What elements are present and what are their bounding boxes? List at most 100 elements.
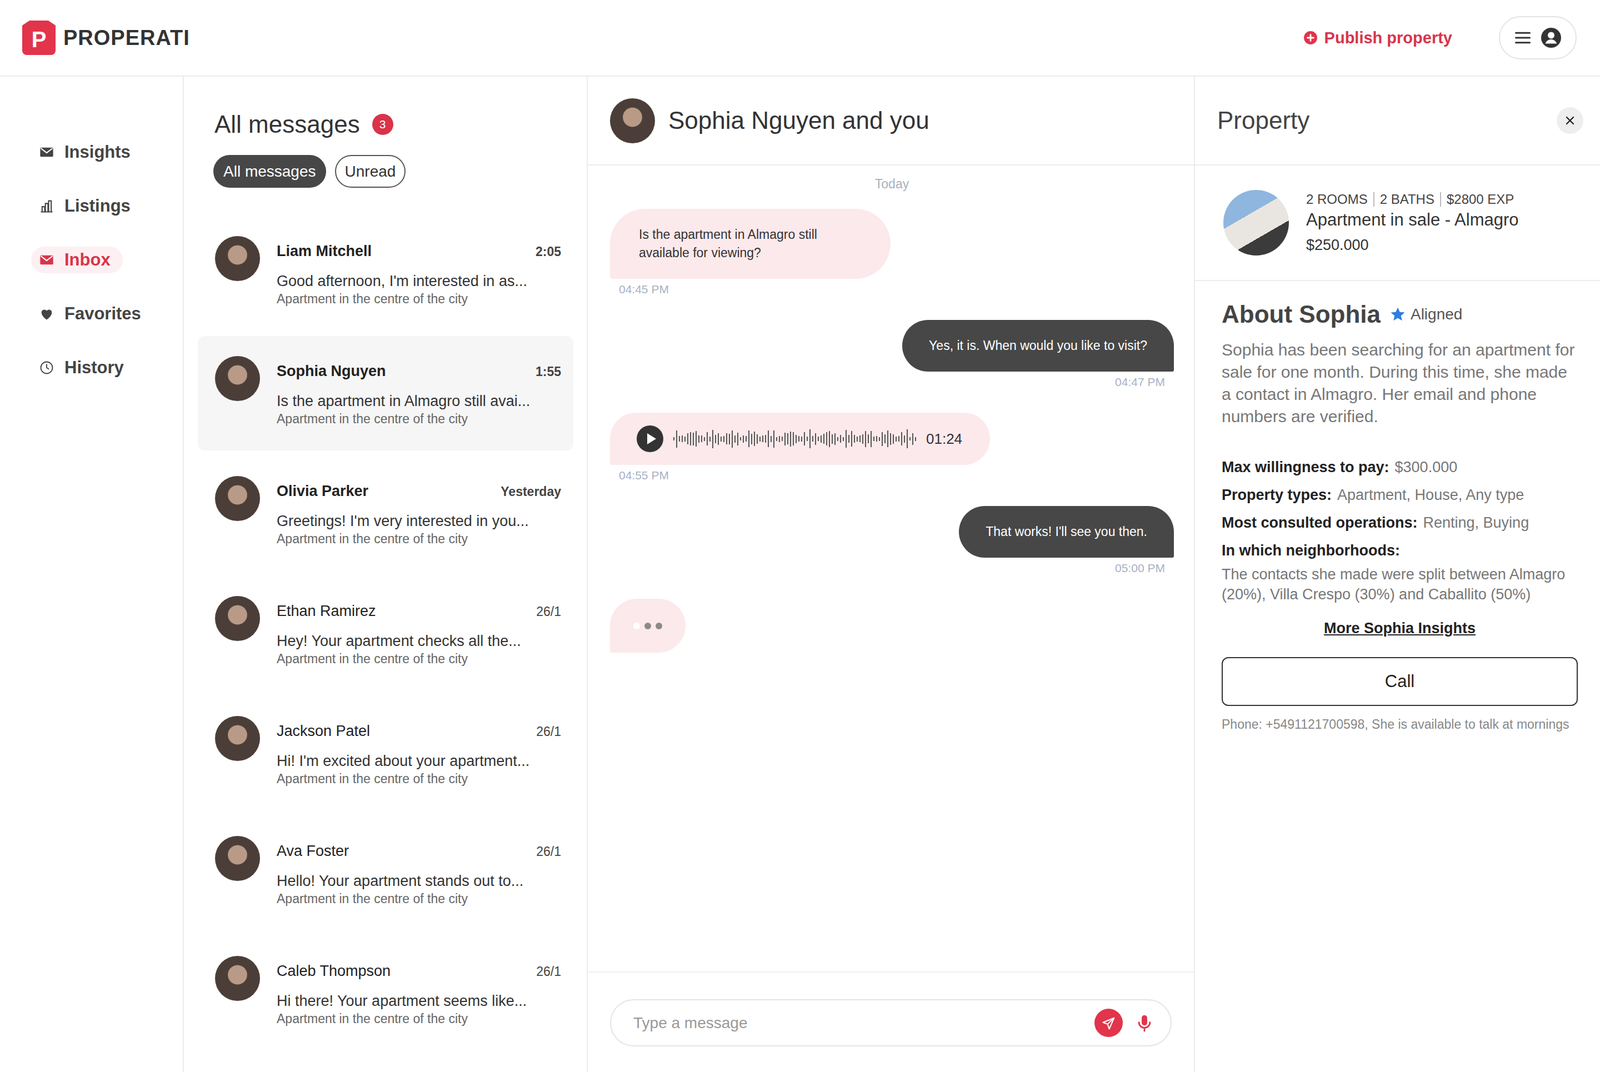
message-list-panel: All messages3All messagesUnreadLiam Mitc… (183, 76, 588, 1072)
contact-details: Max willingness to pay:$300.000Property … (1221, 453, 1578, 605)
nav-item[interactable]: Listings (31, 192, 143, 220)
property-price: $250.000 (1306, 236, 1520, 254)
conversation-item[interactable]: Liam Mitchell2:05Good afternoon, I'm int… (197, 216, 574, 331)
detail-row: In which neighborhoods:The contacts she … (1221, 536, 1578, 605)
side-nav: Insights Listings Inbox Favorites History (0, 76, 184, 1072)
contact-about: About SophiaAlignedSophia has been searc… (1195, 281, 1600, 733)
star-icon (1389, 306, 1407, 323)
message-preview: Hi! I'm excited about your apartment... (276, 751, 562, 771)
detail-row: Property types:Apartment, House, Any typ… (1221, 481, 1578, 509)
brand-logo[interactable]: PPROPERATI (22, 20, 190, 55)
phone-note: Phone: +5491121700598, She is available … (1221, 716, 1578, 733)
filter-chip[interactable]: All messages (213, 155, 327, 188)
chat-panel: Sophia Nguyen and you Today Is the apartme… (587, 76, 1195, 1072)
message-time: 26/1 (536, 844, 562, 860)
chat-title: Sophia Nguyen and you (668, 106, 930, 135)
message-bubble: That works! I'll see you then. (958, 506, 1174, 558)
message (610, 598, 1174, 653)
property-panel: Property 2 ROOMS2 BATHS$2800 EXP Apartment… (1195, 76, 1600, 1072)
about-description: Sophia has been searching for an apartme… (1221, 338, 1578, 428)
property-photo (1223, 190, 1289, 256)
message-time: 26/1 (536, 604, 562, 620)
avatar (215, 236, 260, 282)
property-fact: $2800 EXP (1440, 192, 1520, 207)
microphone-icon (1135, 1013, 1154, 1033)
property-fact: 2 ROOMS (1306, 192, 1374, 207)
building-chart-icon (38, 198, 55, 214)
message-bubble: Yes, it is. When would you like to visit… (902, 320, 1174, 372)
message-preview: Greetings! I'm very interested in you... (276, 511, 562, 531)
message-time: 26/1 (536, 724, 562, 740)
waveform[interactable] (673, 427, 917, 450)
logo-mark: P (22, 20, 56, 55)
message: Yes, it is. When would you like to visit… (610, 320, 1174, 391)
filter-bar: All messagesUnread (197, 155, 574, 188)
avatar (215, 596, 260, 642)
detail-row: Max willingness to pay:$300.000 (1221, 453, 1578, 482)
avatar (215, 716, 260, 762)
nav-item[interactable]: Favorites (31, 300, 154, 328)
conversation-item[interactable]: Jackson Patel 26/1 Hi! I'm excited about y… (197, 696, 574, 811)
listing-subtitle: Apartment in the centre of the city (276, 890, 562, 908)
publish-property-button[interactable]: Publish property (1303, 28, 1453, 48)
conversation-item[interactable]: Caleb Thompson26/1Hi there! Your apartme… (197, 936, 574, 1051)
message-time: 04:47 PM (1106, 373, 1174, 391)
close-button[interactable] (1556, 107, 1584, 134)
nav-item[interactable]: Inbox (31, 246, 123, 274)
typing-indicator (610, 598, 686, 653)
panel-title: Property (1217, 106, 1310, 135)
detail-row: Most consulted operations:Renting, Buyin… (1221, 508, 1578, 537)
message-input[interactable] (632, 1013, 1083, 1033)
contact-name: Ava Foster (276, 841, 349, 861)
contact-name: Ethan Ramirez (276, 601, 377, 621)
play-icon (636, 425, 664, 453)
avatar (215, 836, 260, 882)
property-fact: 2 BATHS (1373, 192, 1440, 207)
paper-plane-icon (1101, 1015, 1117, 1032)
contact-name: Jackson Patel (276, 721, 370, 741)
listing-subtitle: Apartment in the centre of the city (276, 650, 562, 668)
contact-name: Olivia Parker (276, 481, 369, 501)
main-area: Insights Listings Inbox Favorites History All… (0, 76, 1600, 1072)
heart-icon (38, 306, 55, 322)
filter-chip[interactable]: Unread (335, 155, 407, 188)
message-bubble: Is the apartment in Almagro still availa… (610, 208, 891, 279)
close-icon (1563, 113, 1577, 128)
voice-record-button[interactable] (1135, 1013, 1154, 1033)
listing-subtitle: Apartment in the centre of the city (276, 530, 562, 548)
message-list-header: All messages3 (197, 108, 574, 140)
plus-circle-icon (1303, 30, 1318, 45)
conversation-item[interactable]: Sophia Nguyen1:55Is the apartment in Alm… (197, 336, 574, 451)
message: 01:2404:55 PM (610, 412, 1174, 484)
conversation-item[interactable]: Olivia ParkerYesterdayGreetings! I'm ver… (197, 456, 574, 571)
about-heading: About Sophia (1221, 300, 1381, 329)
contact-name: Liam Mitchell (276, 241, 372, 261)
voice-message: 01:24 (610, 412, 990, 465)
message-list-title: All messages (214, 108, 360, 140)
call-button[interactable]: Call (1221, 657, 1578, 707)
message: That works! I'll see you then. 05:00 PM (610, 506, 1174, 577)
message-preview: Good afternoon, I'm interested in as... (276, 271, 562, 291)
listing-subtitle: Apartment in the centre of the city (276, 410, 562, 428)
play-button[interactable] (636, 425, 664, 453)
nav-item[interactable]: Insights (31, 138, 143, 166)
audio-duration: 01:24 (926, 430, 963, 449)
user-icon (1541, 27, 1562, 48)
avatar (610, 98, 655, 144)
message-preview: Hello! Your apartment stands out to... (276, 871, 562, 891)
message-preview: Is the apartment in Almagro still avai..… (276, 391, 562, 411)
contact-name: Sophia Nguyen (276, 361, 387, 381)
more-insights-link[interactable]: More Sophia Insights (1323, 620, 1476, 637)
message-time: 05:00 PM (1106, 560, 1174, 577)
conversation-item[interactable]: Ethan Ramirez26/1Hey! Your apartment che… (197, 576, 574, 691)
message-time: 04:45 PM (610, 281, 678, 298)
send-button[interactable] (1094, 1008, 1123, 1038)
conversation-item[interactable]: Ava Foster 26/1 Hello! Your apartment stan… (197, 816, 574, 931)
nav-item[interactable]: History (31, 354, 137, 382)
property-card[interactable]: 2 ROOMS2 BATHS$2800 EXP Apartment in sale… (1195, 165, 1600, 282)
app: PPROPERATI Publish property Insights Listin… (0, 0, 1600, 1072)
chat-header: Sophia Nguyen and you (587, 76, 1194, 166)
property-title: Apartment in sale - Almagro (1306, 210, 1520, 230)
account-menu-button[interactable] (1498, 16, 1577, 60)
day-separator: Today (610, 175, 1174, 193)
